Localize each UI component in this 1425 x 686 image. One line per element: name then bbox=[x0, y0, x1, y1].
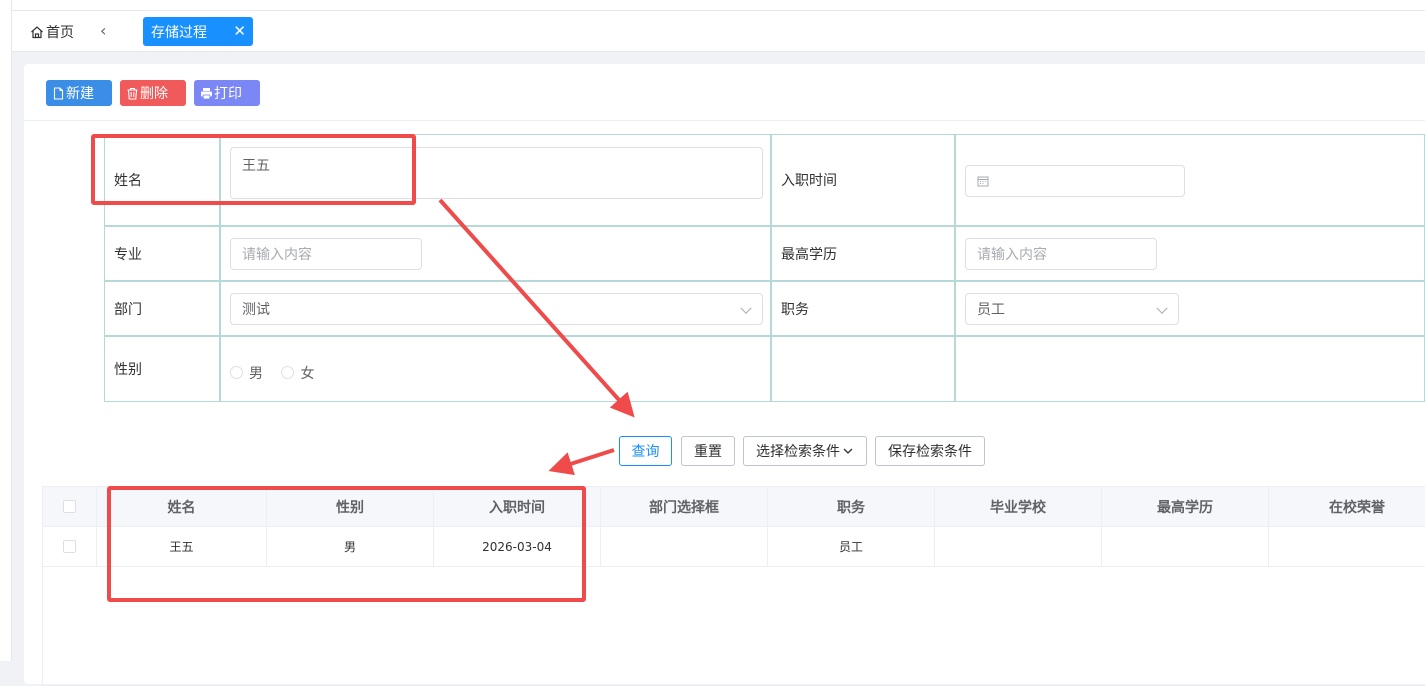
name-field-cell: 王五 bbox=[220, 134, 771, 226]
tab-home[interactable]: 首页 bbox=[30, 22, 74, 42]
cell-school bbox=[935, 527, 1102, 566]
search-form: 姓名 王五 入职时间 专业 请输入内容 最高学历 请输入内容 部门 测试 职务 … bbox=[104, 134, 1425, 402]
major-label: 专业 bbox=[114, 246, 142, 263]
row-checkbox[interactable] bbox=[63, 540, 76, 553]
education-label: 最高学历 bbox=[781, 246, 837, 263]
cell-gender: 男 bbox=[267, 527, 434, 566]
name-input-value: 王五 bbox=[242, 158, 270, 174]
empty-label-cell bbox=[771, 336, 955, 402]
major-placeholder: 请输入内容 bbox=[242, 247, 312, 263]
empty-field-cell bbox=[955, 336, 1425, 402]
column-header[interactable]: 部门选择框 bbox=[601, 487, 768, 526]
hire-date-picker[interactable] bbox=[965, 165, 1185, 197]
gender-label: 性别 bbox=[114, 362, 142, 378]
name-label: 姓名 bbox=[114, 173, 142, 189]
hire-date-field-cell bbox=[955, 134, 1425, 226]
chevron-down-icon bbox=[843, 448, 853, 454]
gender-radio-female[interactable]: 女 bbox=[281, 363, 314, 383]
position-select-value: 员工 bbox=[977, 302, 1005, 318]
main-panel: 新建 删除 打印 姓名 王五 入职时间 专业 请输入内容 最高学历 请输入内容 … bbox=[24, 64, 1425, 686]
cell-hire-date: 2026-03-04 bbox=[434, 527, 601, 566]
major-input[interactable]: 请输入内容 bbox=[230, 238, 422, 270]
major-field-cell: 请输入内容 bbox=[220, 226, 771, 281]
hire-date-label: 入职时间 bbox=[781, 173, 837, 189]
tab-stored-procedure[interactable]: 存储过程 ✕ bbox=[143, 17, 253, 46]
cell-name: 王五 bbox=[97, 527, 267, 566]
education-input[interactable]: 请输入内容 bbox=[965, 238, 1157, 270]
gender-option-male: 男 bbox=[249, 365, 263, 382]
toolbar-divider bbox=[24, 120, 1425, 121]
top-strip bbox=[12, 0, 1425, 11]
dept-label-cell: 部门 bbox=[104, 281, 220, 336]
gender-field-cell: 男 女 bbox=[220, 336, 771, 402]
query-button[interactable]: 查询 bbox=[619, 436, 672, 466]
column-header[interactable]: 职务 bbox=[768, 487, 935, 526]
cell-education bbox=[1102, 527, 1269, 566]
select-conditions-button[interactable]: 选择检索条件 bbox=[743, 436, 867, 466]
hire-date-label-cell: 入职时间 bbox=[771, 134, 955, 226]
reset-button[interactable]: 重置 bbox=[681, 436, 735, 466]
column-header[interactable]: 在校荣誉 bbox=[1269, 487, 1425, 526]
dept-select-value: 测试 bbox=[242, 302, 270, 318]
calendar-icon bbox=[977, 176, 989, 187]
select-all-checkbox[interactable] bbox=[63, 500, 76, 513]
file-icon bbox=[53, 86, 64, 100]
trash-icon bbox=[127, 87, 138, 100]
education-label-cell: 最高学历 bbox=[771, 226, 955, 281]
name-input[interactable]: 王五 bbox=[230, 147, 763, 199]
cell-position: 员工 bbox=[768, 527, 935, 566]
gender-label-cell: 性别 bbox=[104, 336, 220, 402]
name-label-cell: 姓名 bbox=[104, 134, 220, 226]
table-header: 姓名 性别 入职时间 部门选择框 职务 毕业学校 最高学历 在校荣誉 bbox=[43, 487, 1425, 527]
tab-home-label: 首页 bbox=[46, 25, 74, 41]
home-icon bbox=[31, 26, 43, 39]
printer-icon bbox=[201, 87, 212, 99]
major-label-cell: 专业 bbox=[104, 226, 220, 281]
position-select[interactable]: 员工 bbox=[965, 293, 1179, 325]
gender-option-female: 女 bbox=[300, 365, 315, 382]
row-checkbox-cell bbox=[43, 527, 97, 566]
left-edge-bar bbox=[0, 0, 12, 661]
tab-bar: 首页 ‹ 存储过程 ✕ bbox=[12, 11, 1425, 52]
dept-field-cell: 测试 bbox=[220, 281, 771, 336]
select-conditions-label: 选择检索条件 bbox=[756, 444, 840, 460]
education-placeholder: 请输入内容 bbox=[977, 247, 1047, 263]
position-field-cell: 员工 bbox=[955, 281, 1425, 336]
close-icon[interactable]: ✕ bbox=[233, 22, 246, 40]
column-header[interactable]: 姓名 bbox=[97, 487, 267, 526]
new-button-label: 新建 bbox=[66, 86, 94, 102]
dept-label: 部门 bbox=[114, 301, 142, 318]
new-button[interactable]: 新建 bbox=[46, 80, 112, 106]
header-checkbox-cell bbox=[43, 487, 97, 526]
chevron-down-icon bbox=[1156, 302, 1168, 314]
cell-honors bbox=[1269, 527, 1425, 566]
tab-stored-procedure-label: 存储过程 bbox=[151, 24, 207, 41]
column-header[interactable]: 入职时间 bbox=[434, 487, 601, 526]
result-table: 姓名 性别 入职时间 部门选择框 职务 毕业学校 最高学历 在校荣誉 王五 男 … bbox=[42, 486, 1425, 686]
radio-circle bbox=[281, 366, 295, 380]
print-button[interactable]: 打印 bbox=[194, 80, 260, 106]
print-button-label: 打印 bbox=[214, 86, 242, 102]
column-header[interactable]: 性别 bbox=[267, 487, 434, 526]
column-header[interactable]: 毕业学校 bbox=[935, 487, 1102, 526]
delete-button[interactable]: 删除 bbox=[120, 80, 186, 106]
dept-select[interactable]: 测试 bbox=[230, 293, 763, 325]
gender-radio-male[interactable]: 男 bbox=[230, 363, 263, 383]
column-header[interactable]: 最高学历 bbox=[1102, 487, 1269, 526]
table-row[interactable]: 王五 男 2026-03-04 员工 bbox=[43, 527, 1425, 567]
delete-button-label: 删除 bbox=[140, 86, 168, 102]
education-field-cell: 请输入内容 bbox=[955, 226, 1425, 281]
position-label: 职务 bbox=[781, 301, 809, 318]
save-conditions-button[interactable]: 保存检索条件 bbox=[875, 436, 985, 466]
position-label-cell: 职务 bbox=[771, 281, 955, 336]
chevron-down-icon bbox=[740, 302, 752, 314]
radio-circle bbox=[230, 366, 243, 380]
chevron-left-icon[interactable]: ‹ bbox=[100, 21, 106, 40]
cell-dept bbox=[601, 527, 768, 566]
